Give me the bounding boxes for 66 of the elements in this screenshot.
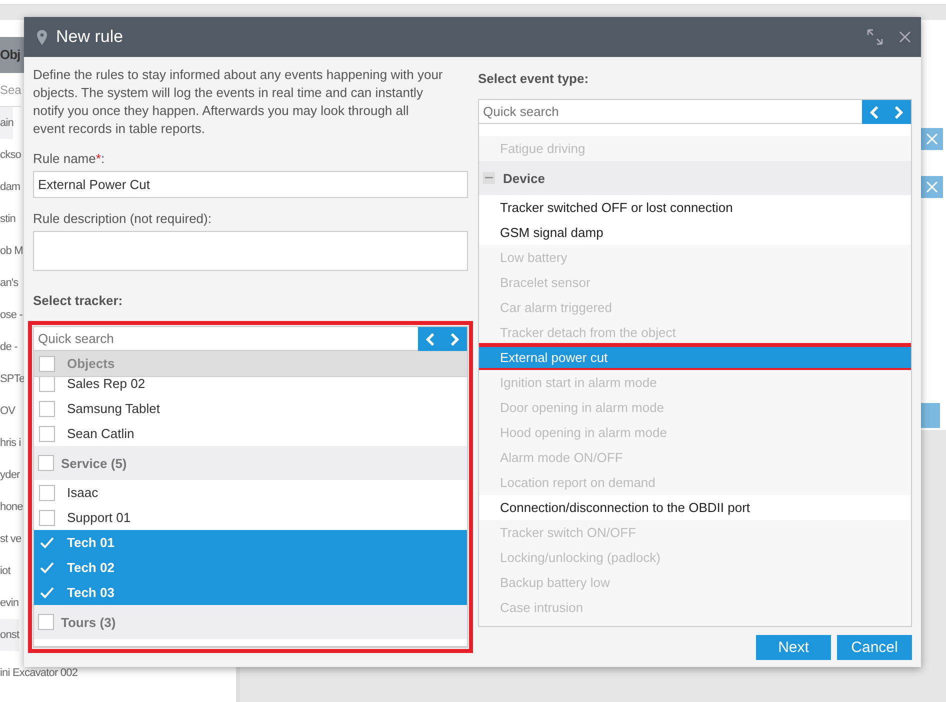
remove-button[interactable] — [921, 176, 943, 198]
event-row[interactable]: Tracker switched OFF or lost connection — [479, 195, 911, 220]
group-row[interactable]: onst — [0, 619, 20, 651]
collapse-icon[interactable] — [483, 172, 495, 184]
chevron-left-icon[interactable] — [426, 332, 435, 346]
checkbox[interactable] — [38, 455, 54, 471]
close-icon — [926, 133, 938, 145]
dialog-button[interactable]: Next — [756, 635, 831, 660]
list-item[interactable]: iot — [0, 555, 10, 587]
close-icon — [926, 181, 938, 193]
checkbox[interactable] — [38, 614, 54, 630]
checkmark-icon[interactable] — [39, 584, 55, 600]
location-pin-icon — [36, 28, 48, 46]
chevron-right-icon[interactable] — [894, 106, 904, 118]
checkbox[interactable] — [39, 510, 55, 526]
checkmark-icon[interactable] — [39, 534, 55, 550]
tracker-row[interactable]: Tech 03 — [34, 580, 467, 605]
checkmark-icon[interactable] — [39, 560, 55, 576]
tracker-row[interactable]: Isaac — [34, 480, 467, 505]
tracker-row[interactable]: Sean Catlin — [34, 421, 467, 446]
checkbox[interactable] — [39, 377, 55, 392]
list-item[interactable]: ckso — [0, 139, 22, 171]
rule-name-input[interactable]: External Power Cut — [33, 171, 468, 198]
group-row[interactable]: Tours (3) — [34, 605, 467, 639]
checkbox[interactable] — [39, 400, 55, 416]
list-item[interactable]: dam — [0, 171, 20, 203]
expand-icon[interactable] — [867, 29, 883, 45]
group-row[interactable]: ain — [0, 107, 14, 139]
list-item[interactable]: hone — [0, 491, 23, 523]
field-label: Rule name*: — [33, 151, 106, 167]
checkbox[interactable] — [39, 426, 55, 442]
chevron-right-icon[interactable] — [450, 332, 460, 346]
event-row[interactable]: GSM signal damp — [479, 220, 911, 245]
section-label: Select event type: — [478, 71, 590, 87]
list-item[interactable]: SPTe — [0, 363, 25, 395]
dialog-button[interactable]: Cancel — [837, 635, 912, 660]
field-label: Rule description (not required): — [33, 211, 212, 227]
list-item[interactable]: evin — [0, 587, 19, 619]
dialog-title: New rule — [56, 27, 124, 47]
tracker-row[interactable]: Support 01 — [34, 505, 467, 530]
list-item[interactable]: stin — [0, 203, 16, 235]
list-item[interactable]: st ve — [0, 523, 22, 555]
panel-title: Obj — [0, 46, 20, 64]
remove-button[interactable] — [921, 128, 943, 150]
list-item[interactable]: de - — [0, 331, 18, 363]
list-item[interactable]: hris i — [0, 427, 21, 459]
group-row[interactable]: Service (5) — [34, 446, 467, 480]
list-item[interactable]: yder — [0, 459, 20, 491]
checkbox[interactable] — [39, 356, 55, 372]
group-row[interactable]: Device — [479, 161, 911, 195]
checkbox[interactable] — [39, 484, 55, 500]
list-item[interactable]: OV — [0, 395, 16, 427]
section-label: Select tracker: — [33, 293, 124, 309]
tracker-row[interactable]: Tech 02 — [34, 555, 467, 580]
list-item[interactable]: ose - — [0, 299, 22, 331]
event-row[interactable]: External power cut — [479, 347, 911, 368]
list-item[interactable]: ob M — [0, 235, 23, 267]
tracker-row[interactable]: Tech 01 — [34, 530, 467, 555]
event-row[interactable]: Connection/disconnection to the OBDII port — [479, 495, 911, 520]
chevron-left-icon[interactable] — [870, 106, 879, 118]
intro-text: Define the rules to stay informed about any events happening with your objects. The system will log the events in real time and can instantly notify you once they happen. Afterwards you may look through all event records in table reports. — [33, 66, 444, 138]
tracker-row[interactable]: Samsung Tablet — [34, 396, 467, 421]
tracker-row[interactable]: Sales Rep 02 — [34, 377, 467, 396]
description-input[interactable] — [33, 231, 468, 271]
close-icon[interactable] — [899, 31, 911, 43]
list-item[interactable]: an's — [0, 267, 18, 299]
